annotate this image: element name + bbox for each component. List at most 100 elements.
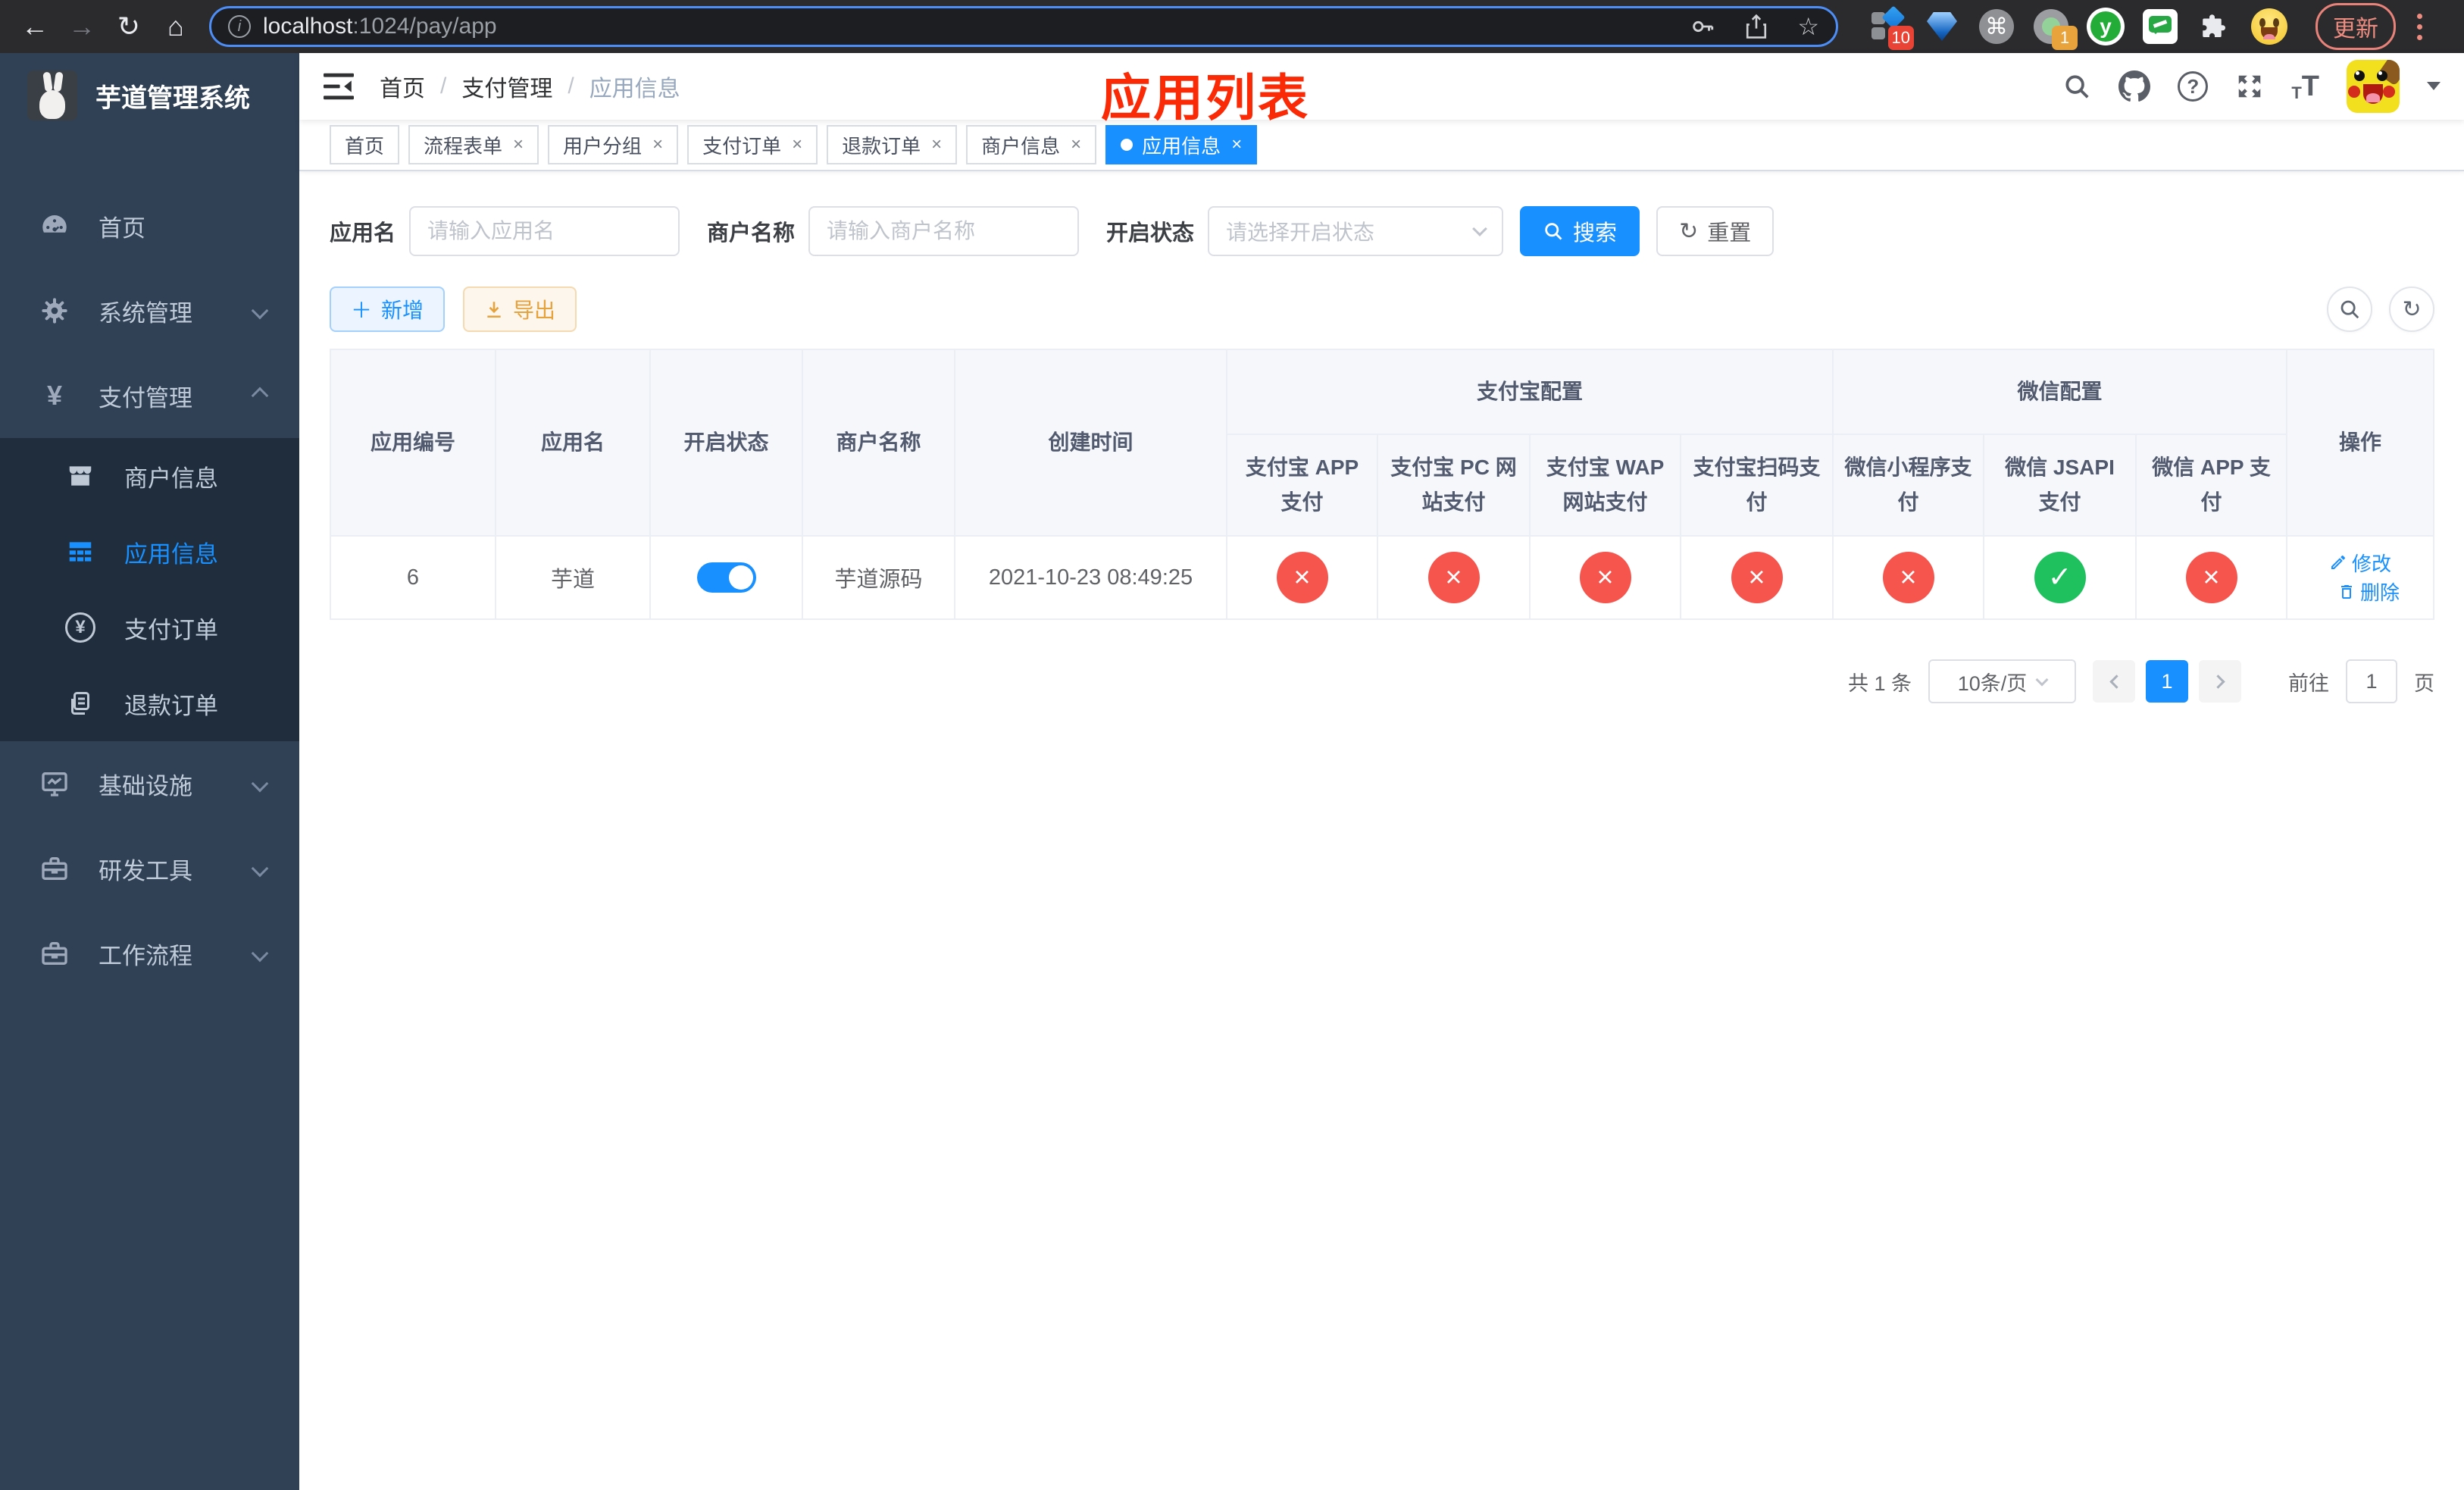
sidebar-item-merchant-info[interactable]: 商户信息	[0, 438, 299, 514]
col-header-wechat-jsapi: 微信 JSAPI 支付	[1983, 433, 2137, 537]
app-name-input[interactable]	[409, 206, 680, 256]
export-button[interactable]: 导出	[463, 286, 577, 332]
chevron-down-icon	[251, 944, 269, 963]
goto-page-input[interactable]	[2346, 659, 2398, 704]
password-key-icon[interactable]	[1690, 14, 1715, 39]
next-page-button[interactable]	[2199, 660, 2242, 703]
close-icon[interactable]: ×	[931, 134, 942, 155]
status-toggle[interactable]	[696, 562, 756, 593]
page-size-select[interactable]: 10条/页	[1928, 659, 2077, 704]
tab-app-info[interactable]: 应用信息 ×	[1105, 125, 1258, 164]
bookmark-star-icon[interactable]: ☆	[1797, 12, 1819, 41]
storefront-icon	[64, 462, 97, 490]
app-name-label: 应用名	[330, 221, 396, 246]
chrome-update-button[interactable]: 更新	[2315, 3, 2396, 50]
search-icon[interactable]	[2062, 72, 2091, 101]
toggle-search-button[interactable]	[2327, 286, 2373, 332]
sidebar-logo[interactable]: 芋道管理系统	[0, 53, 299, 138]
cell-app-id: 6	[330, 535, 496, 621]
chevron-down-icon	[251, 302, 269, 320]
cell-wechat-jsapi: ✓	[1983, 535, 2137, 621]
col-group-alipay: 支付宝配置	[1225, 349, 1834, 435]
sidebar-item-label: 应用信息	[124, 540, 218, 568]
tab-home[interactable]: 首页	[330, 125, 400, 164]
cell-alipay-pc: ×	[1377, 535, 1531, 621]
help-icon[interactable]: ?	[2178, 71, 2209, 102]
reload-icon[interactable]: ↻	[109, 7, 149, 46]
breadcrumb-payment[interactable]: 支付管理	[461, 70, 552, 103]
share-icon[interactable]	[1744, 14, 1768, 39]
merchant-name-input[interactable]	[808, 206, 1080, 256]
extension-chat-icon[interactable]	[2141, 8, 2179, 45]
extension-command-icon[interactable]: ⌘	[1978, 8, 2015, 45]
sidebar-item-label: 系统管理	[98, 299, 192, 327]
yen-circle-icon: ¥	[64, 612, 97, 643]
page-unit-label: 页	[2414, 671, 2435, 695]
merchant-name-label: 商户名称	[707, 221, 796, 246]
sidebar-item-pay-order[interactable]: ¥ 支付订单	[0, 590, 299, 665]
prev-page-button[interactable]	[2093, 660, 2136, 703]
sidebar-item-workflow[interactable]: 工作流程	[0, 911, 299, 996]
browser-menu-icon[interactable]	[2417, 13, 2422, 40]
app-title: 芋道管理系统	[95, 83, 250, 113]
font-size-icon[interactable]: TT	[2291, 70, 2319, 103]
config-status-icon: ×	[1731, 552, 1783, 604]
close-icon[interactable]: ×	[513, 134, 524, 155]
breadcrumb-home[interactable]: 首页	[380, 70, 425, 103]
avatar-caret-icon[interactable]	[2427, 82, 2441, 97]
tab-user-group[interactable]: 用户分组 ×	[548, 125, 679, 164]
status-select[interactable]: 请选择开启状态	[1208, 206, 1504, 256]
forward-icon[interactable]: →	[62, 7, 102, 46]
tab-process-form[interactable]: 流程表单 ×	[408, 125, 539, 164]
sidebar-item-label: 支付订单	[124, 616, 218, 643]
toolbox-icon	[36, 938, 73, 969]
extension-y-icon[interactable]: y	[2087, 8, 2125, 45]
sidebar-item-app-info[interactable]: 应用信息	[0, 514, 299, 590]
download-icon	[487, 302, 501, 318]
site-info-icon[interactable]: i	[228, 15, 251, 38]
cell-wechat-app: ×	[2135, 535, 2288, 621]
browser-toolbar: ← → ↻ ⌂ i localhost:1024/pay/app ☆ 10 ⌘	[0, 0, 2464, 53]
address-bar[interactable]: i localhost:1024/pay/app ☆	[209, 6, 1838, 47]
close-icon[interactable]: ×	[1071, 134, 1081, 155]
extension-diamond-icon[interactable]: 10	[1868, 5, 1914, 50]
config-status-icon: ×	[2185, 552, 2237, 604]
sidebar-item-system[interactable]: 系统管理	[0, 268, 299, 353]
sidebar-item-label: 工作流程	[98, 942, 192, 969]
extensions-puzzle-icon[interactable]	[2196, 8, 2234, 45]
extension-gem-icon[interactable]	[1923, 8, 1961, 45]
document-copy-icon	[64, 690, 97, 717]
github-icon[interactable]	[2118, 70, 2151, 102]
tab-merchant-info[interactable]: 商户信息 ×	[966, 125, 1097, 164]
search-button[interactable]: 搜索	[1520, 206, 1640, 256]
sidebar-item-home[interactable]: 首页	[0, 183, 299, 268]
current-page-button[interactable]: 1	[2146, 660, 2189, 703]
close-icon[interactable]: ×	[1231, 134, 1242, 155]
close-icon[interactable]: ×	[792, 134, 802, 155]
add-button[interactable]: ＋ 新增	[330, 286, 446, 332]
chevron-up-icon	[251, 387, 269, 405]
back-icon[interactable]: ←	[15, 7, 55, 46]
goto-label: 前往	[2288, 671, 2330, 695]
fullscreen-icon[interactable]	[2235, 72, 2264, 101]
extension-record-icon[interactable]: 1	[2032, 8, 2078, 50]
browser-profile-avatar[interactable]	[2250, 8, 2288, 45]
home-icon[interactable]: ⌂	[156, 7, 195, 46]
sidebar-item-payment[interactable]: ¥ 支付管理	[0, 353, 299, 438]
reset-button[interactable]: ↻ 重置	[1656, 206, 1775, 256]
tab-pay-order[interactable]: 支付订单 ×	[687, 125, 818, 164]
user-avatar[interactable]	[2347, 60, 2400, 113]
tab-refund-order[interactable]: 退款订单 ×	[827, 125, 958, 164]
col-header-wechat-app: 微信 APP 支付	[2135, 433, 2288, 537]
sidebar-fold-icon[interactable]	[324, 73, 354, 100]
sidebar-item-dev-tools[interactable]: 研发工具	[0, 826, 299, 911]
plus-icon: ＋	[351, 299, 373, 322]
delete-link[interactable]: 删除	[2337, 578, 2400, 606]
edit-link[interactable]: 修改	[2329, 549, 2391, 577]
app-table: 应用编号 应用名 开启状态 商户名称 创建时间 支付宝配置 微信配置 操作 支付…	[330, 348, 2435, 621]
sidebar-item-refund-order[interactable]: 退款订单	[0, 665, 299, 741]
refresh-table-button[interactable]: ↻	[2389, 286, 2435, 332]
sidebar-item-infrastructure[interactable]: 基础设施	[0, 741, 299, 826]
status-label: 开启状态	[1106, 221, 1195, 246]
close-icon[interactable]: ×	[652, 134, 663, 155]
